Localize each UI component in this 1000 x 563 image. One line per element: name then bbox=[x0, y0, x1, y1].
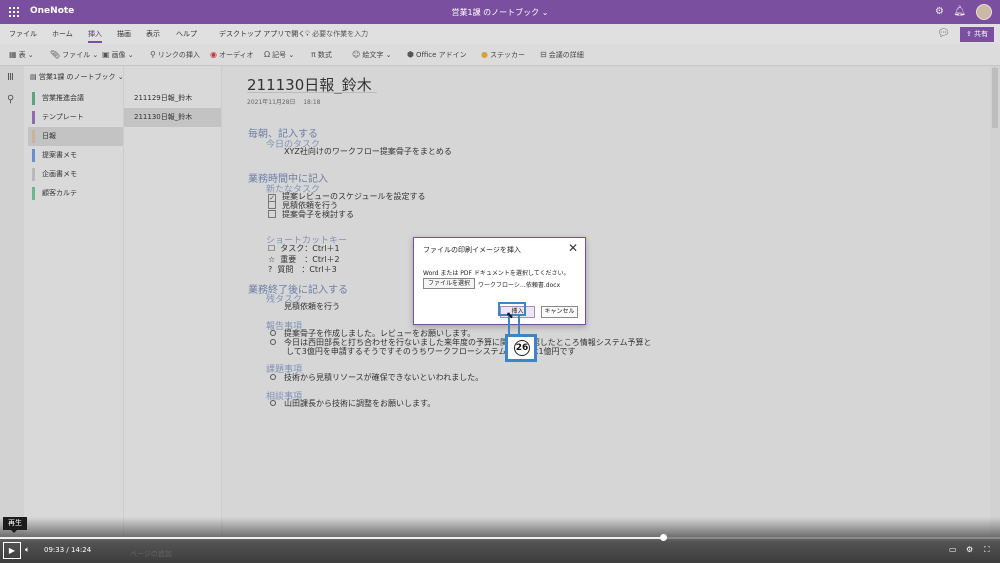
page-list: 211129日報_鈴木 211130日報_鈴木 bbox=[124, 66, 222, 536]
audio-icon: ◉ bbox=[210, 50, 217, 59]
office-addin-button[interactable]: ⬢ Office アドイン bbox=[407, 50, 467, 60]
comments-icon[interactable]: 💬︎ bbox=[937, 28, 950, 39]
page-datetime: 2021年11月28日 18:18 bbox=[247, 99, 321, 106]
link-icon: ⚲ bbox=[150, 50, 156, 59]
tell-me-search[interactable]: 💡︎ 必要な作業を入力 bbox=[305, 29, 368, 39]
symbol-button[interactable]: Ω 記号 ⌄ bbox=[264, 50, 294, 60]
section-item[interactable]: 顧客カルテ bbox=[28, 184, 123, 203]
section-item[interactable]: テンプレート bbox=[28, 108, 123, 127]
title-underline bbox=[247, 92, 377, 93]
section-pane: ▤ 営業1課 のノートブック ⌄ 営業推進会議 テンプレート 日報 提案書メモ … bbox=[24, 66, 124, 536]
tab-draw[interactable]: 描画 bbox=[117, 29, 131, 39]
step-number: 26 bbox=[514, 340, 530, 356]
volume-icon[interactable]: 🔈︎ bbox=[25, 545, 30, 555]
checkbox-icon[interactable] bbox=[268, 201, 276, 209]
progress-knob[interactable] bbox=[660, 534, 667, 541]
tab-file[interactable]: ファイル bbox=[9, 29, 37, 39]
dialog-title: ファイルの印刷イメージを挿入 bbox=[423, 246, 521, 254]
open-desktop-app-link[interactable]: デスクトップ アプリで開く bbox=[219, 29, 305, 39]
office-addin-icon: ⬢ bbox=[407, 50, 414, 59]
share-button[interactable]: ⇪ 共有 bbox=[960, 27, 994, 42]
shortcut-item: ☐ タスク：Ctrl＋1 bbox=[268, 244, 340, 253]
mouse-cursor-icon: ⬉ bbox=[506, 311, 514, 321]
notebook-icon: ▤ bbox=[30, 73, 37, 81]
section-item[interactable]: 企画書メモ bbox=[28, 165, 123, 184]
ribbon-tabs: ファイル ホーム 挿入 描画 表示 ヘルプ デスクトップ アプリで開く 💡︎ 必… bbox=[0, 24, 1000, 44]
document-title[interactable]: 営業1課 のノートブック ⌄ bbox=[0, 7, 1000, 18]
file-button[interactable]: 📎︎ ファイル ⌄ bbox=[50, 50, 98, 60]
table-icon: ▦ bbox=[9, 50, 17, 59]
avatar[interactable] bbox=[976, 4, 992, 20]
tab-view[interactable]: 表示 bbox=[146, 29, 160, 39]
equation-icon: π bbox=[311, 50, 316, 59]
tab-home[interactable]: ホーム bbox=[52, 29, 73, 39]
today-task-text: XYZ社向けのワークフロー提案骨子をまとめる bbox=[284, 147, 452, 156]
file-icon: 📎︎ bbox=[50, 50, 61, 59]
choose-file-button[interactable]: ファイルを選択 bbox=[423, 278, 475, 289]
bullet-icon bbox=[270, 400, 276, 406]
section-color-swatch bbox=[32, 130, 35, 143]
sticker-button[interactable]: ● ステッカー bbox=[481, 50, 525, 60]
image-icon: ▣ bbox=[102, 50, 110, 59]
time-display: 09:33 / 14:24 bbox=[44, 546, 92, 554]
lightbulb-icon: 💡︎ bbox=[305, 30, 310, 38]
table-button[interactable]: ▦ 表 ⌄ bbox=[9, 50, 34, 60]
scrollbar[interactable]: ▲ bbox=[990, 66, 1000, 536]
dialog-message: Word または PDF ドキュメントを選択してください。 bbox=[423, 270, 570, 277]
section-item-selected[interactable]: 日報 bbox=[28, 127, 123, 146]
insert-link-button[interactable]: ⚲ リンクの挿入 bbox=[150, 50, 200, 60]
play-button[interactable]: ▶ bbox=[3, 542, 21, 559]
add-page-label: ページの追加 bbox=[130, 550, 172, 558]
captions-icon[interactable]: ▭ bbox=[949, 545, 957, 554]
cancel-button[interactable]: キャンセル bbox=[541, 306, 578, 318]
consult-item: 山田課長から技術に調整をお願いします。 bbox=[270, 398, 435, 409]
notebook-title[interactable]: ▤ 営業1課 のノートブック ⌄ bbox=[30, 72, 124, 82]
nav-rail: Ⅲ ⚲ bbox=[0, 66, 24, 536]
emoji-button[interactable]: ☺ 絵文字 ⌄ bbox=[352, 50, 391, 60]
fullscreen-icon[interactable]: ⛶ bbox=[984, 545, 990, 555]
image-button[interactable]: ▣ 画像 ⌄ bbox=[102, 50, 134, 60]
progress-fill bbox=[0, 537, 663, 539]
bullet-icon bbox=[270, 339, 276, 345]
tab-help[interactable]: ヘルプ bbox=[176, 29, 197, 39]
issue-item: 技術から見積リソースが確保できないといわれました。 bbox=[270, 372, 483, 383]
selected-file-name: ワークフローシ…依頼書.docx bbox=[478, 282, 561, 289]
play-tooltip: 再生 bbox=[3, 517, 27, 533]
search-icon[interactable]: ⚲ bbox=[7, 94, 14, 105]
section-color-swatch bbox=[32, 187, 35, 200]
title-bar: OneNote 営業1課 のノートブック ⌄ ⚙ 🔔︎ bbox=[0, 0, 1000, 24]
section-color-swatch bbox=[32, 168, 35, 181]
close-icon[interactable]: ✕ bbox=[568, 241, 578, 255]
section-item[interactable]: 提案書メモ bbox=[28, 146, 123, 165]
symbol-icon: Ω bbox=[264, 50, 271, 59]
play-icon: ▶ bbox=[8, 546, 16, 555]
section-color-swatch bbox=[32, 111, 35, 124]
gear-icon[interactable]: ⚙ bbox=[935, 6, 944, 17]
step-badge: 26 bbox=[505, 334, 537, 362]
shortcut-item: ? 質問 ：Ctrl＋3 bbox=[268, 265, 337, 274]
bell-icon[interactable]: 🔔︎ bbox=[953, 6, 966, 17]
scrollbar-thumb[interactable] bbox=[992, 68, 998, 128]
page-item-selected[interactable]: 211130日報_鈴木 bbox=[124, 108, 221, 127]
insert-toolbar: ▦ 表 ⌄ 📎︎ ファイル ⌄ ▣ 画像 ⌄ ⚲ リンクの挿入 ◉ オーディオ Ω 記号 ⌄… bbox=[0, 44, 1000, 66]
equation-button[interactable]: π 数式 bbox=[311, 50, 332, 60]
audio-button[interactable]: ◉ オーディオ bbox=[210, 50, 254, 60]
checkbox-icon[interactable] bbox=[268, 210, 276, 218]
meeting-details-button[interactable]: ⊟ 会議の詳細 bbox=[540, 50, 584, 60]
meeting-icon: ⊟ bbox=[540, 50, 547, 59]
section-color-swatch bbox=[32, 149, 35, 162]
section-color-swatch bbox=[32, 92, 35, 105]
sticker-icon: ● bbox=[481, 50, 488, 59]
bullet-icon bbox=[270, 374, 276, 380]
remaining-task-text: 見積依頼を行う bbox=[284, 302, 340, 311]
task-item: 提案骨子を検討する bbox=[268, 209, 354, 220]
emoji-icon: ☺ bbox=[352, 50, 361, 59]
bullet-icon bbox=[270, 330, 276, 336]
notebooks-icon[interactable]: Ⅲ bbox=[7, 72, 14, 83]
tab-insert[interactable]: 挿入 bbox=[88, 29, 102, 43]
page-item[interactable]: 211129日報_鈴木 bbox=[124, 89, 221, 108]
progress-bar[interactable] bbox=[0, 534, 1000, 541]
section-item[interactable]: 営業推進会議 bbox=[28, 89, 123, 108]
settings-icon[interactable]: ⚙ bbox=[966, 545, 973, 554]
